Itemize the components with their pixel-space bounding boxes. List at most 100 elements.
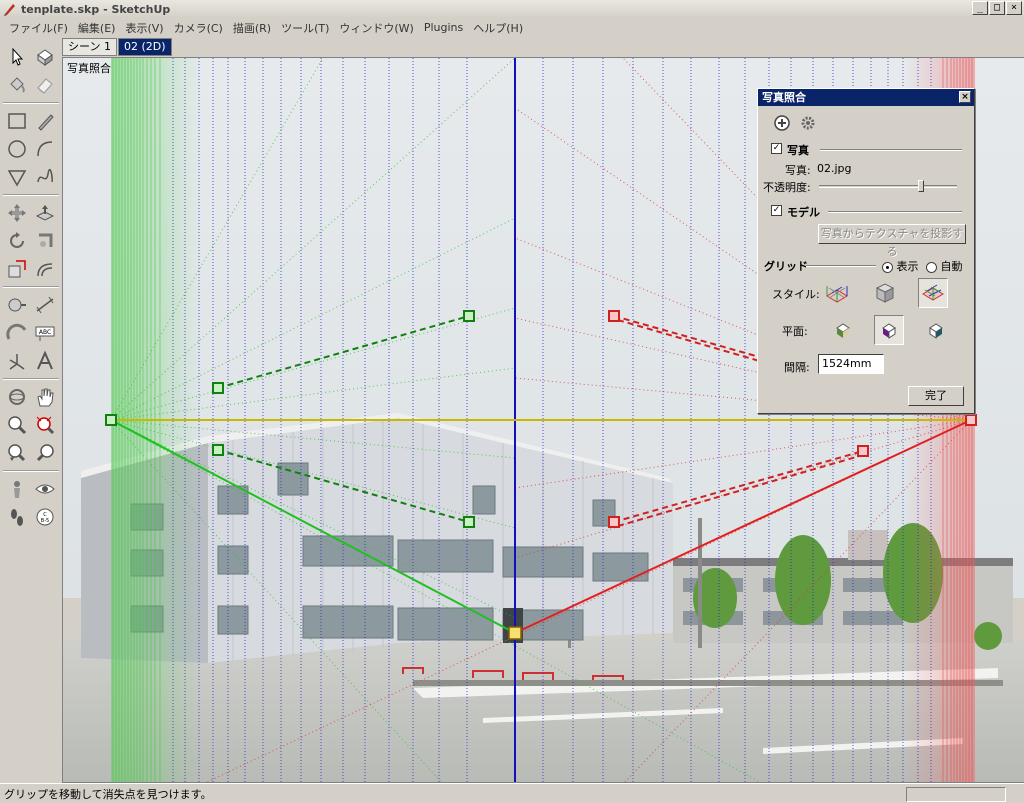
grid-show-option[interactable]: 表示	[882, 258, 919, 274]
photo-section-label: 写真	[787, 144, 809, 157]
axes-tool-icon[interactable]	[4, 348, 30, 374]
tab-scene-1[interactable]: シーン 1	[62, 38, 117, 56]
toolbar-separator	[3, 378, 59, 380]
orbit-tool-icon[interactable]	[4, 384, 30, 410]
select-tool-icon[interactable]	[4, 44, 30, 70]
pan-hand-icon[interactable]	[32, 384, 58, 410]
protractor-icon[interactable]	[4, 320, 30, 346]
polygon-tool-icon[interactable]	[4, 164, 30, 190]
rectangle-tool-icon[interactable]	[4, 108, 30, 134]
photo-file-name: 02.jpg	[817, 162, 852, 175]
settings-gear-icon[interactable]	[799, 114, 817, 132]
menu-view[interactable]: 表示(V)	[120, 20, 168, 36]
menu-window[interactable]: ウィンドウ(W)	[334, 20, 418, 36]
plane-red-blue-icon[interactable]	[874, 315, 904, 345]
menu-draw[interactable]: 描画(R)	[228, 20, 276, 36]
grid-auto-radio[interactable]	[926, 261, 937, 273]
minimize-button[interactable]: _	[972, 1, 988, 15]
offset-tool-icon[interactable]	[32, 256, 58, 282]
photo-section-divider	[820, 149, 962, 151]
maximize-button[interactable]: □	[989, 1, 1005, 15]
spacing-label: 間隔:	[784, 361, 810, 374]
opacity-slider-track[interactable]	[819, 185, 957, 188]
dialog-title-bar: 写真照合 ×	[758, 89, 974, 106]
toolbar-separator	[3, 286, 59, 288]
plane-green-blue-icon[interactable]	[921, 315, 951, 345]
section-plane-icon[interactable]: C B-5	[32, 504, 58, 530]
title-bar: tenplate.skp - SketchUp _ □ ×	[0, 0, 1024, 18]
dialog-close-button[interactable]: ×	[959, 91, 971, 103]
menu-plugins[interactable]: Plugins	[419, 21, 468, 34]
pencil-line-icon[interactable]	[32, 108, 58, 134]
text-tool-icon[interactable]: ABC	[32, 320, 58, 346]
circle-tool-icon[interactable]	[4, 136, 30, 162]
utility-pole	[698, 518, 702, 648]
grid-section-divider	[806, 265, 876, 267]
push-pull-icon[interactable]	[32, 200, 58, 226]
component-tool-icon[interactable]	[32, 44, 58, 70]
spacing-input[interactable]: 1524mm	[818, 354, 884, 374]
match-photo-dialog: 写真照合 × ✓ 写真 写真: 02.jpg 不透明度: ✓ モデル 写真からテ…	[757, 88, 975, 414]
zoom-window-icon[interactable]	[32, 412, 58, 438]
grid-section-label: グリッド	[764, 260, 808, 273]
scene-tabs: シーン 1 02 (2D)	[62, 37, 173, 57]
window-title: tenplate.skp - SketchUp	[21, 2, 171, 16]
walk-tool-icon[interactable]	[4, 504, 30, 530]
status-message: グリップを移動して消失点を見つけます。	[4, 787, 212, 801]
sketchup-app-icon	[4, 4, 15, 16]
model-section-divider	[828, 211, 962, 213]
grid-style-outside-icon[interactable]	[918, 278, 948, 308]
grid-show-radio[interactable]	[882, 261, 893, 273]
previous-view-icon[interactable]	[4, 440, 30, 466]
arc-tool-icon[interactable]	[32, 136, 58, 162]
eraser-icon[interactable]	[32, 72, 58, 98]
measurements-box[interactable]	[906, 787, 1006, 802]
zoom-extents-icon[interactable]	[32, 440, 58, 466]
close-button[interactable]: ×	[1006, 1, 1022, 15]
dimension-tool-icon[interactable]	[32, 292, 58, 318]
photo-file-label: 写真:	[785, 164, 811, 177]
add-photo-icon[interactable]	[774, 115, 790, 131]
far-tower	[848, 530, 888, 560]
plane-label: 平面:	[782, 325, 808, 338]
tab-scene-02-2d[interactable]: 02 (2D)	[117, 38, 172, 56]
dialog-title: 写真照合	[762, 91, 806, 104]
toolbar-separator	[3, 470, 59, 472]
done-button[interactable]: 完了	[908, 386, 964, 406]
move-tool-icon[interactable]	[4, 200, 30, 226]
model-section-label: モデル	[787, 206, 820, 219]
position-camera-icon[interactable]	[4, 476, 30, 502]
toolbar-separator	[3, 102, 59, 104]
menu-tools[interactable]: ツール(T)	[276, 20, 334, 36]
menu-bar: ファイル(F) 編集(E) 表示(V) カメラ(C) 描画(R) ツール(T) …	[0, 18, 1024, 37]
zoom-tool-icon[interactable]	[4, 412, 30, 438]
opacity-label: 不透明度:	[763, 181, 811, 194]
model-checkbox[interactable]: ✓	[771, 205, 782, 216]
menu-edit[interactable]: 編集(E)	[73, 20, 121, 36]
menu-file[interactable]: ファイル(F)	[4, 20, 73, 36]
svg-text:B-5: B-5	[41, 518, 49, 524]
project-texture-button[interactable]: 写真からテクスチャを投影する	[818, 224, 966, 258]
grid-show-label: 表示	[896, 260, 919, 273]
rotate-tool-icon[interactable]	[4, 228, 30, 254]
grid-style-above-icon[interactable]	[870, 278, 900, 308]
svg-text:ABC: ABC	[39, 329, 51, 336]
scale-tool-icon[interactable]	[4, 256, 30, 282]
origin-grip[interactable]	[508, 626, 522, 640]
photo-checkbox[interactable]: ✓	[771, 143, 782, 154]
tape-measure-icon[interactable]	[4, 292, 30, 318]
menu-camera[interactable]: カメラ(C)	[169, 20, 228, 36]
grid-style-inside-icon[interactable]	[822, 278, 852, 308]
plane-red-green-icon[interactable]	[828, 315, 858, 345]
follow-me-icon[interactable]	[32, 228, 58, 254]
status-bar: グリップを移動して消失点を見つけます。	[0, 783, 1024, 803]
toolbar-separator	[3, 194, 59, 196]
3d-text-icon[interactable]	[32, 348, 58, 374]
opacity-slider-thumb[interactable]	[918, 180, 924, 192]
paint-bucket-icon[interactable]	[4, 72, 30, 98]
grid-auto-option[interactable]: 自動	[926, 258, 963, 274]
menu-help[interactable]: ヘルプ(H)	[468, 20, 528, 36]
freehand-tool-icon[interactable]	[32, 164, 58, 190]
grid-auto-label: 自動	[940, 260, 963, 273]
look-around-icon[interactable]	[32, 476, 58, 502]
